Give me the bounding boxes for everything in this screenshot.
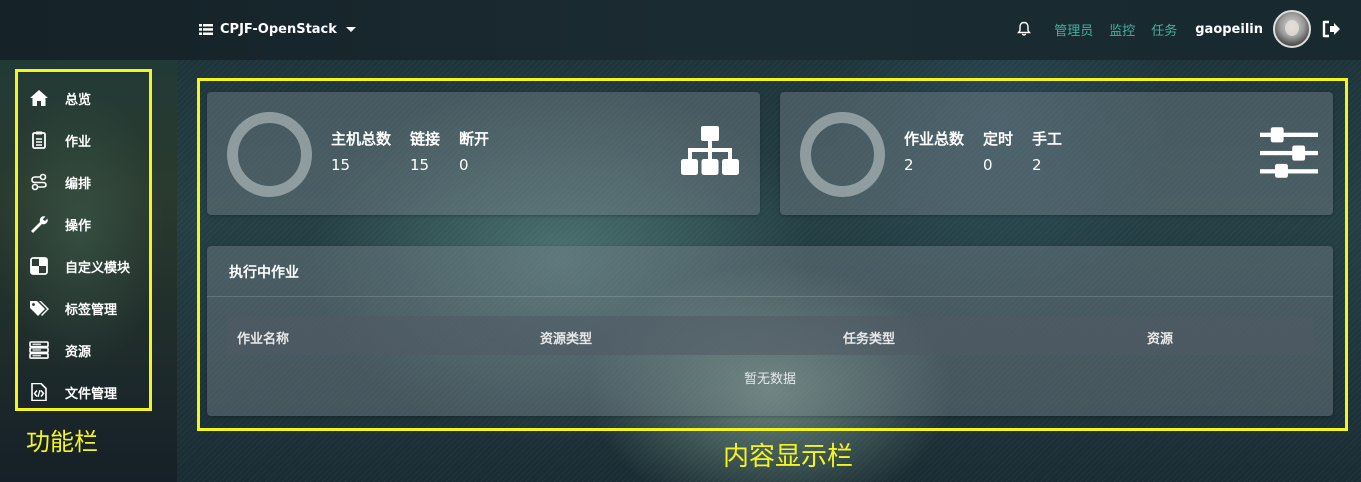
sliders-icon [1260,127,1318,178]
jobs-stat-card: 作业总数 2 定时 0 手工 2 [780,92,1333,215]
clipboard-icon [32,131,46,149]
stat-label: 链接 [410,130,441,148]
stat-label: 断开 [459,130,490,148]
home-icon [30,90,48,106]
stat-value: 0 [983,156,993,174]
column-header-resource[interactable]: 资源 [1147,328,1173,347]
empty-state-text: 暂无数据 [743,372,796,387]
hosts-stats: 主机总数 15 链接 15 断开 0 [331,128,508,174]
hosts-ring-chart [227,112,312,197]
admin-link[interactable]: 管理员 [1054,20,1093,39]
logout-icon[interactable] [1321,19,1341,39]
stat-value: 2 [904,156,914,174]
column-header-job-name[interactable]: 作业名称 [237,328,289,347]
sidebar-item-tag-management[interactable]: 标签管理 [18,287,149,329]
sidebar-item-jobs[interactable]: 作业 [18,119,149,161]
stat-label: 主机总数 [331,130,392,148]
sidebar-item-label: 作业 [65,134,92,150]
avatar[interactable] [1273,10,1311,48]
monitor-link[interactable]: 监控 [1109,20,1135,39]
stat-total-hosts: 主机总数 15 [331,128,391,174]
username[interactable]: gaopeilin [1195,22,1263,37]
top-right-menu: 管理员 监控 任务 gaopeilin [1016,9,1341,49]
tasks-link[interactable]: 任务 [1151,20,1177,39]
sidebar-item-orchestration[interactable]: 编排 [18,161,149,203]
function-sidebar: 总览 作业 编排 操作 自定义模块 标签管理 资源 文件管理 [15,69,152,411]
sidebar-item-label: 操作 [65,218,92,234]
sidebar-item-file-management[interactable]: 文件管理 [18,371,149,413]
wrench-icon [31,216,48,233]
sidebar-item-overview[interactable]: 总览 [18,77,149,119]
list-icon [199,23,213,35]
server-icon [29,341,49,359]
sidebar-item-resources[interactable]: 资源 [18,329,149,371]
sidebar-item-label: 资源 [65,344,92,360]
sidebar-item-operations[interactable]: 操作 [18,203,149,245]
divider [207,296,1333,297]
workflow-icon [31,173,47,191]
network-tree-icon [681,126,739,175]
stat-scheduled: 定时 0 [983,128,1013,174]
table-header: 作业名称 资源类型 任务类型 资源 [227,316,1313,355]
stat-total-jobs: 作业总数 2 [904,128,964,174]
stat-manual: 手工 2 [1032,128,1062,174]
stat-label: 定时 [983,130,1014,148]
sidebar-item-label: 标签管理 [65,302,118,318]
panel-title: 执行中作业 [229,265,299,281]
column-header-resource-type[interactable]: 资源类型 [540,328,592,347]
column-header-task-type[interactable]: 任务类型 [843,328,895,347]
sidebar-item-custom-modules[interactable]: 自定义模块 [18,245,149,287]
stat-disconnected: 断开 0 [459,128,489,174]
sidebar-item-label: 文件管理 [65,386,118,402]
bell-icon[interactable] [1016,21,1032,37]
jobs-ring-chart [800,112,885,197]
function-bar-annotation: 功能栏 [26,428,98,456]
project-selector[interactable]: CPJF-OpenStack [199,18,356,40]
stat-connected: 链接 15 [410,128,440,174]
tags-icon [30,301,49,316]
stat-value: 15 [410,156,430,174]
top-navbar: CPJF-OpenStack 管理员 监控 任务 gaopeilin [0,0,1361,60]
jobs-stats: 作业总数 2 定时 0 手工 2 [904,128,1081,174]
code-file-icon [31,383,47,401]
stat-value: 0 [459,156,469,174]
sidebar-item-label: 总览 [65,92,92,108]
puzzle-icon [30,257,48,275]
stat-value: 2 [1032,156,1042,174]
running-jobs-panel: 执行中作业 作业名称 资源类型 任务类型 资源 暂无数据 [207,246,1333,416]
stat-label: 作业总数 [904,130,965,148]
chevron-down-icon [345,26,356,32]
sidebar-item-label: 自定义模块 [65,260,131,276]
stat-value: 15 [331,156,351,174]
sidebar-item-label: 编排 [65,176,92,192]
project-name: CPJF-OpenStack [220,21,337,37]
hosts-stat-card: 主机总数 15 链接 15 断开 0 [207,92,760,215]
content-area-annotation: 内容显示栏 [723,442,854,472]
stat-label: 手工 [1032,130,1063,148]
